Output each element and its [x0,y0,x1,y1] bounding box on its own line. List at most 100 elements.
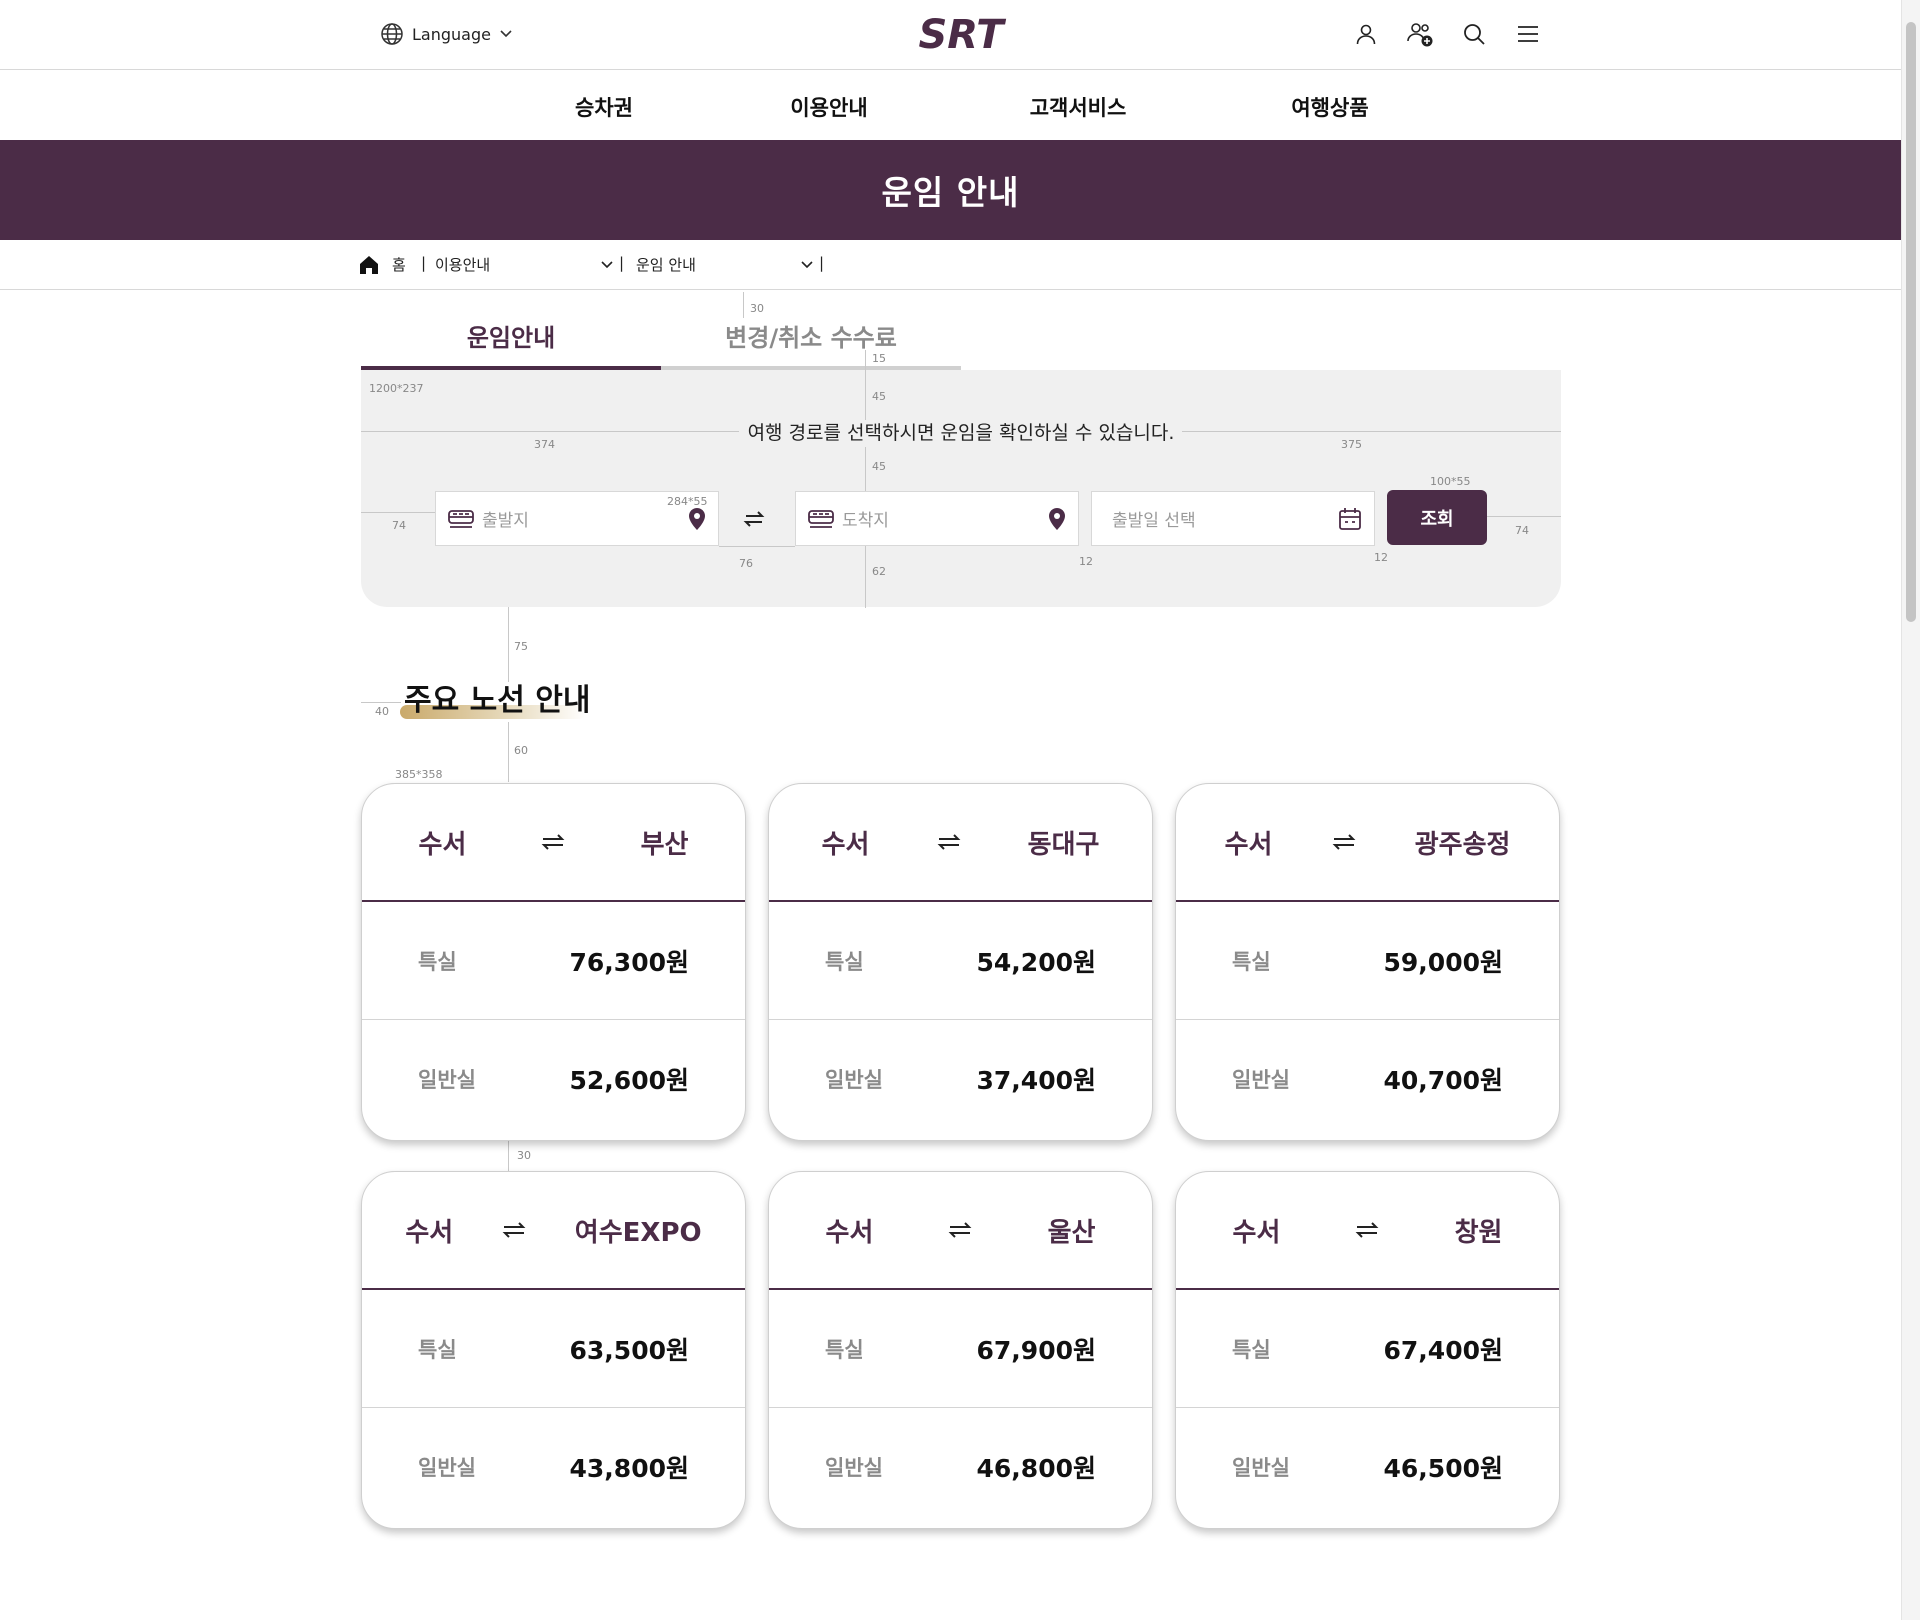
destination-station: 여수EXPO [574,1217,702,1248]
fare-price: 43,800원 [569,1454,689,1483]
spec-label: 12 [1079,555,1093,568]
chevron-down-icon[interactable] [600,258,614,272]
route-card[interactable]: 수서 부산 특실 76,300원 일반실 52,600원 [361,783,746,1141]
origin-station: 수서 [405,1217,454,1248]
class-label: 특실 [418,949,457,974]
svg-text:SRT: SRT [918,12,1006,56]
search-button[interactable]: 조회 [1387,490,1487,545]
breadcrumb: 홈 | 이용안내 | 운임 안내 | [0,240,1901,290]
destination-station: 창원 [1454,1217,1503,1248]
spec-label: 76 [739,557,753,570]
class-label: 일반실 [418,1068,476,1092]
train-icon [808,509,834,528]
globe-icon [381,23,403,45]
spec-label: 30 [750,302,764,315]
section-title: 주요 노선 안내 [404,683,591,718]
location-pin-icon[interactable] [1048,507,1066,531]
route-card-header: 수서 부산 [362,784,745,902]
fare-price: 46,500원 [1383,1454,1503,1483]
spec-line [361,431,739,432]
home-icon[interactable] [358,254,380,276]
route-card[interactable]: 수서 창원 특실 67,400원 일반실 46,500원 [1175,1171,1560,1529]
class-label: 특실 [1232,949,1271,974]
date-placeholder: 출발일 선택 [1112,511,1196,531]
scrollbar-thumb[interactable] [1906,22,1916,622]
spec-label: 74 [392,519,406,532]
spec-line [865,447,866,491]
destination-station: 광주송정 [1414,829,1511,860]
spec-label: 12 [1374,551,1388,564]
breadcrumb-separator: | [819,254,825,272]
fare-price: 54,200원 [976,947,1096,977]
spec-line [508,607,509,682]
search-icon[interactable] [1460,20,1488,48]
spec-line [361,512,435,513]
arrival-field[interactable]: 도착지 [795,491,1079,546]
class-label: 일반실 [418,1456,476,1480]
class-label: 특실 [825,949,864,974]
spec-line [508,1141,509,1171]
nav-item-travel-products[interactable]: 여행상품 [1291,92,1368,122]
class-label: 일반실 [1232,1068,1290,1092]
add-user-icon[interactable] [1406,20,1434,48]
spec-line [865,372,866,420]
fare-row-special: 특실 67,400원 [1176,1290,1559,1408]
destination-station: 부산 [640,829,689,860]
calendar-icon[interactable] [1338,507,1362,531]
fare-row-general: 일반실 46,500원 [1176,1408,1559,1526]
page-scrollbar[interactable] [1901,0,1920,1620]
route-card[interactable]: 수서 광주송정 특실 59,000원 일반실 40,700원 [1175,783,1560,1141]
fare-price: 37,400원 [976,1066,1096,1095]
fare-price: 52,600원 [569,1066,689,1095]
top-bar: Language SRT [0,0,1901,70]
spec-label: 62 [872,565,886,578]
round-trip-icon [1356,1222,1379,1238]
route-card[interactable]: 수서 울산 특실 67,900원 일반실 46,800원 [768,1171,1153,1529]
user-icon[interactable] [1352,20,1380,48]
spec-label: 15 [872,352,886,365]
nav-item-guide[interactable]: 이용안내 [790,92,867,122]
menu-icon[interactable] [1514,20,1542,48]
route-card-header: 수서 창원 [1176,1172,1559,1290]
fare-row-general: 일반실 43,800원 [362,1408,745,1526]
class-label: 일반실 [825,1068,883,1092]
srt-logo[interactable]: SRT [893,12,1029,56]
route-card-header: 수서 울산 [769,1172,1152,1290]
route-search-panel: 여행 경로를 선택하시면 운임을 확인하실 수 있습니다. 출발지 도착지 출발… [361,370,1561,607]
spec-line [743,292,744,318]
tab-fare-guide[interactable]: 운임안내 [361,305,661,370]
route-card[interactable]: 수서 여수EXPO 특실 63,500원 일반실 43,800원 [361,1171,746,1529]
route-card[interactable]: 수서 동대구 특실 54,200원 일반실 37,400원 [768,783,1153,1141]
breadcrumb-fare[interactable]: 운임 안내 [636,254,696,275]
fare-row-special: 특실 54,200원 [769,902,1152,1020]
tab-change-cancel-fee[interactable]: 변경/취소 수수료 [661,305,961,370]
route-card-header: 수서 동대구 [769,784,1152,902]
spec-label: 75 [514,640,528,653]
round-trip-icon [949,1222,972,1238]
spec-label: 375 [1341,438,1362,451]
fare-price: 40,700원 [1383,1066,1503,1095]
origin-station: 수서 [1224,829,1273,860]
origin-station: 수서 [418,829,467,860]
location-pin-icon[interactable] [688,507,706,531]
chevron-down-icon[interactable] [800,258,814,272]
round-trip-icon [1332,834,1355,850]
train-icon [448,509,474,528]
route-card-header: 수서 광주송정 [1176,784,1559,902]
fare-row-general: 일반실 46,800원 [769,1408,1152,1526]
breadcrumb-home[interactable]: 홈 [392,254,406,275]
fare-row-special: 특실 63,500원 [362,1290,745,1408]
nav-item-customer-service[interactable]: 고객서비스 [1030,92,1127,122]
swap-stations-button[interactable] [736,501,772,537]
class-label: 특실 [825,1337,864,1362]
fare-price: 46,800원 [976,1454,1096,1483]
fare-row-special: 특실 67,900원 [769,1290,1152,1408]
section-header: 주요 노선 안내 [400,675,591,719]
fare-price: 67,900원 [976,1335,1096,1365]
date-field[interactable]: 출발일 선택 [1091,491,1375,546]
nav-item-tickets[interactable]: 승차권 [575,92,633,122]
language-selector[interactable]: Language [380,22,513,46]
breadcrumb-guide[interactable]: 이용안내 [435,254,490,275]
fare-price: 67,400원 [1383,1335,1503,1365]
fare-row-general: 일반실 40,700원 [1176,1020,1559,1138]
